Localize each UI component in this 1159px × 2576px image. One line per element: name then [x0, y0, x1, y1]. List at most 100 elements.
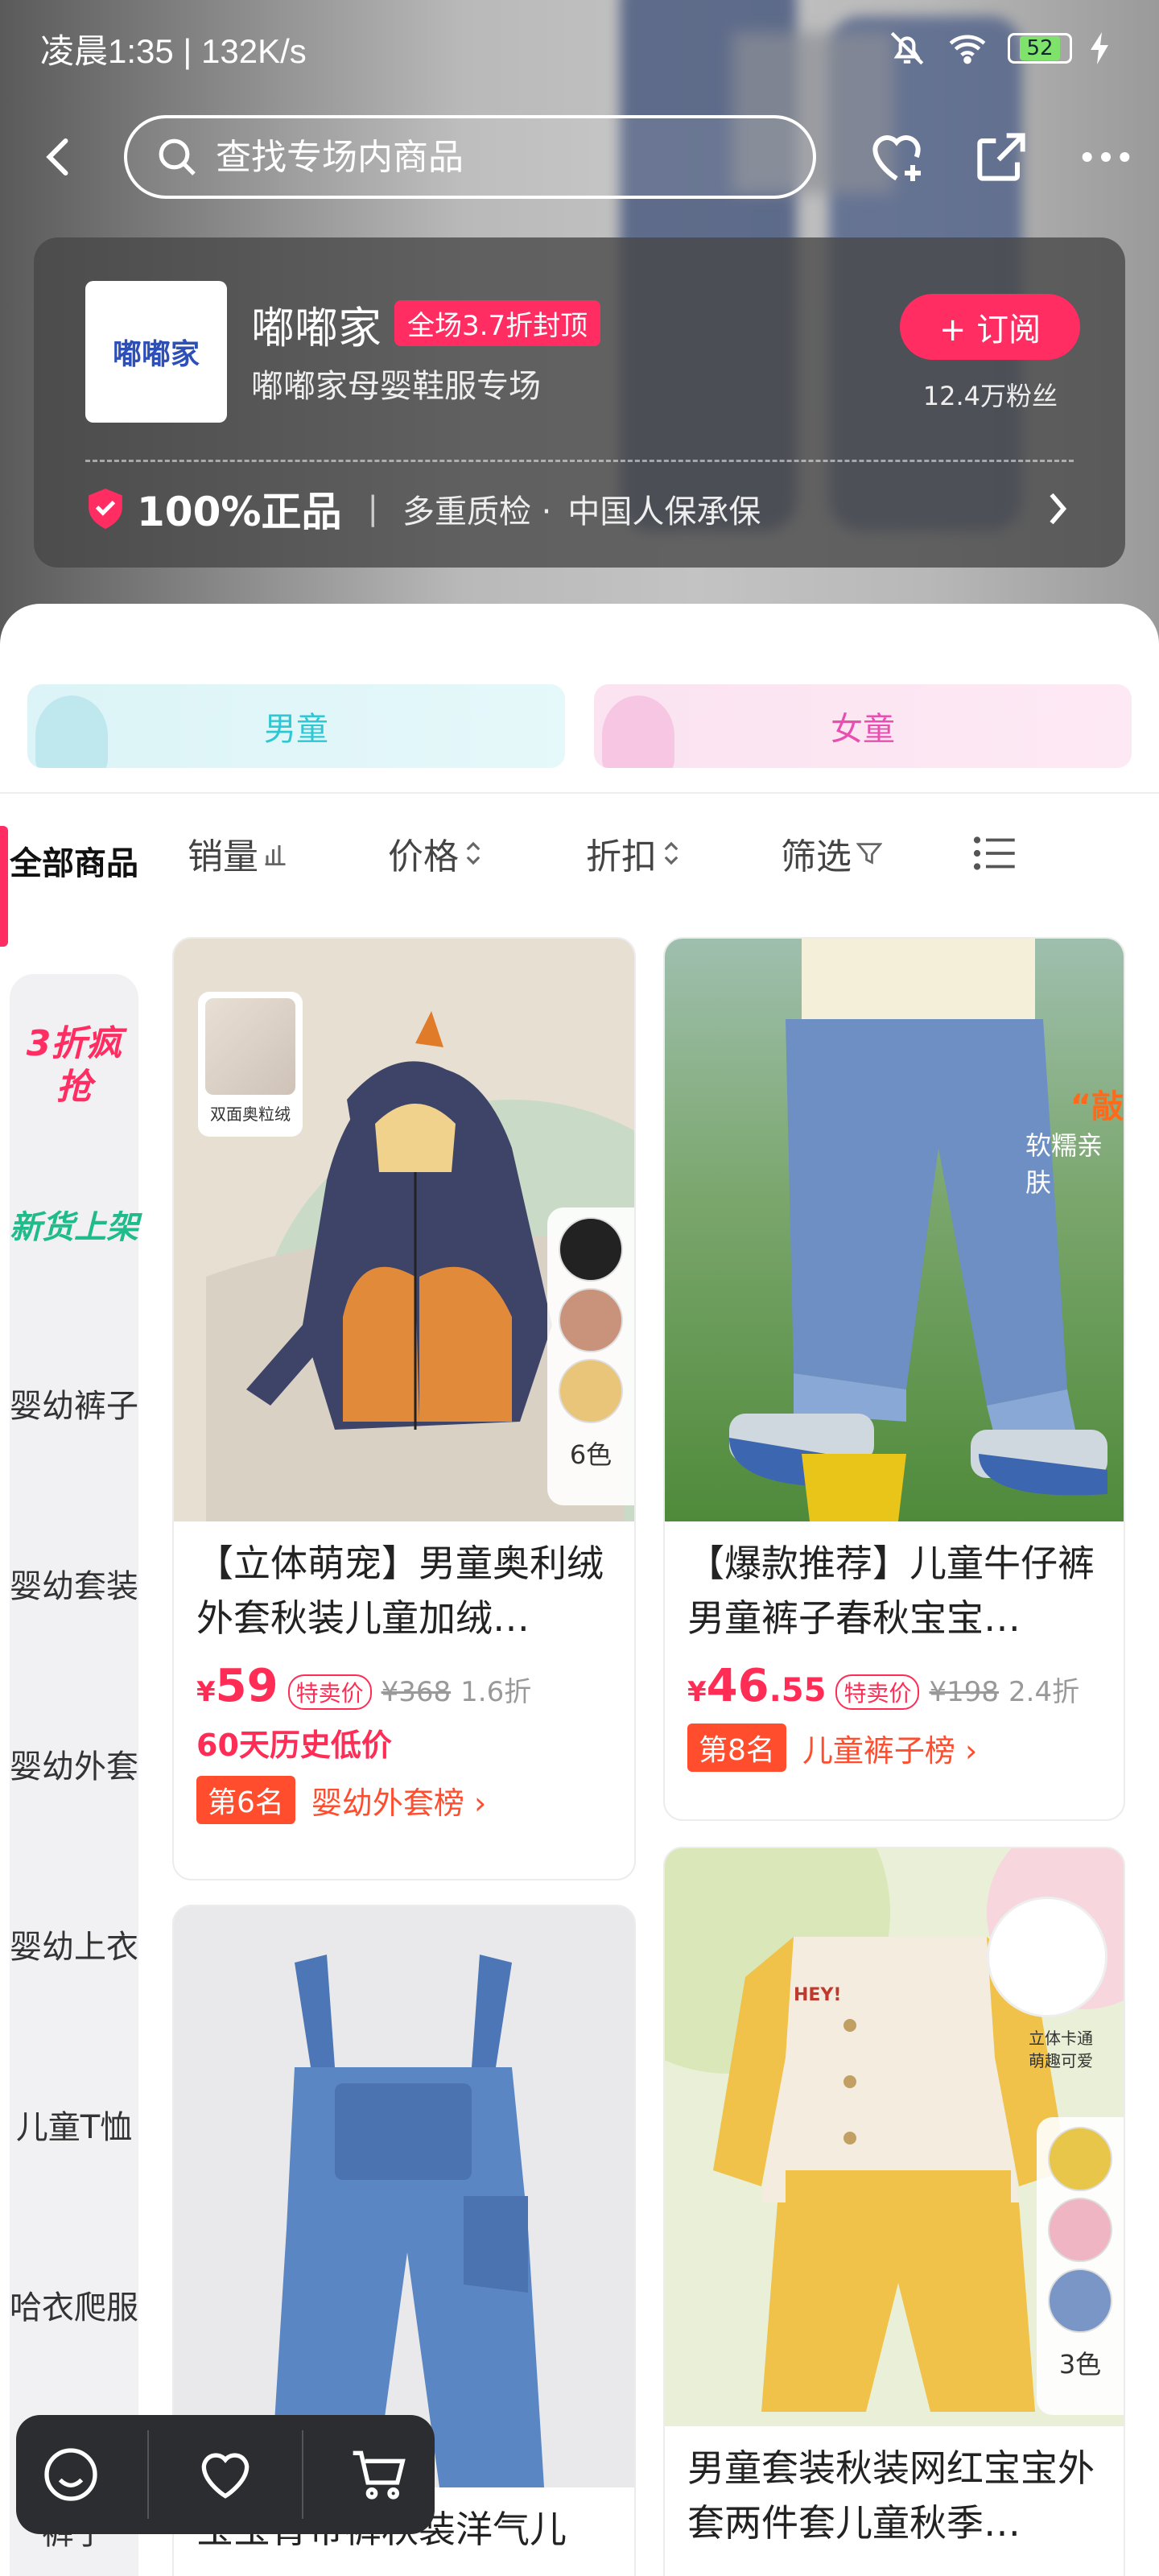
- sidebar-item-baby-sets[interactable]: 婴幼套装: [10, 1565, 138, 1608]
- brand-subtitle: 嘟嘟家母婴鞋服专场: [251, 368, 541, 405]
- back-arrow-icon[interactable]: [35, 133, 84, 181]
- sidebar-item-baby-pants[interactable]: 婴幼裤子: [10, 1385, 138, 1428]
- color-options[interactable]: 3色: [1037, 2117, 1124, 2415]
- filter-funnel-icon: [856, 843, 882, 865]
- wifi-icon: [949, 35, 986, 64]
- color-swatch[interactable]: [1048, 2198, 1112, 2262]
- color-swatch[interactable]: [1048, 2268, 1112, 2333]
- sort-bar: 销量 价格 折扣 筛选: [138, 821, 1159, 886]
- special-price-tag: 特卖价: [835, 1674, 920, 1710]
- share-icon[interactable]: [969, 125, 1033, 189]
- rank-list-link[interactable]: 婴幼外套榜 ›: [311, 1778, 486, 1823]
- list-view-button[interactable]: [930, 836, 1059, 871]
- sidebar-item-new-arrivals[interactable]: 新货上架: [10, 1206, 138, 1249]
- subscribe-button[interactable]: + 订阅: [900, 294, 1080, 360]
- heart-icon[interactable]: [193, 2442, 258, 2507]
- cart-icon[interactable]: [348, 2442, 412, 2507]
- fabric-label: 双面奥粒绒: [210, 1104, 291, 1124]
- color-swatch[interactable]: [559, 1288, 623, 1352]
- sidebar-item-all[interactable]: 全部商品: [10, 842, 138, 886]
- battery-level: 52: [1020, 36, 1060, 60]
- discount-rate: 2.4折: [1008, 1676, 1080, 1708]
- color-swatch[interactable]: [559, 1359, 623, 1423]
- sidebar-item-baby-outerwear[interactable]: 婴幼外套: [10, 1745, 138, 1789]
- original-price: ¥198: [929, 1676, 1000, 1708]
- guarantee-row[interactable]: 100%正品 | 多重质检 · 中国人保承保: [85, 481, 1074, 537]
- guarantee-separator: |: [367, 490, 378, 527]
- product-image: 双面奥粒绒 6色: [174, 939, 634, 1521]
- favorite-add-icon[interactable]: [864, 125, 929, 189]
- sort-price[interactable]: 价格: [336, 828, 534, 879]
- product-card[interactable]: “敲 软糯亲肤 【爆款推荐】儿童牛仔裤男童裤子春秋宝宝… ¥46.55 特卖价 …: [663, 937, 1125, 1821]
- fabric-swatch: [205, 998, 295, 1095]
- top-nav: [0, 113, 1159, 201]
- floating-action-bar: [16, 2415, 435, 2534]
- filter-label: 筛选: [781, 836, 852, 877]
- product-card[interactable]: 双面奥粒绒 6色 【立体萌宠】男童奥利绒外套秋装儿童加绒… ¥59 特卖价 ¥3…: [172, 937, 636, 1880]
- sidebar-active-indicator: [0, 826, 8, 947]
- status-bar: 凌晨1:35 | 132K/s 52: [40, 24, 1111, 72]
- sidebar-item-baby-tops[interactable]: 婴幼上衣: [10, 1926, 138, 1969]
- color-count: 6色: [569, 1439, 612, 1470]
- search-box[interactable]: [124, 115, 816, 199]
- smile-icon[interactable]: [39, 2442, 103, 2507]
- fabric-swatch-badge: 双面奥粒绒: [198, 992, 303, 1137]
- list-icon: [973, 836, 1015, 870]
- sidebar-item-kids-tshirt[interactable]: 儿童T恤: [10, 2106, 138, 2149]
- guarantee-authentic: 100%正品: [137, 489, 342, 535]
- jacket-print-text: HEY!: [794, 1985, 842, 2005]
- color-swatch[interactable]: [559, 1217, 623, 1282]
- jeans-illustration: [729, 939, 1107, 1521]
- section-divider: [0, 792, 1159, 794]
- sort-sales-label: 销量: [188, 836, 258, 877]
- gender-tabs: 男童 女童: [27, 684, 1132, 768]
- product-price: ¥59: [196, 1660, 278, 1712]
- sort-discount-label: 折扣: [586, 836, 657, 877]
- rank-list-link[interactable]: 儿童裤子榜 ›: [802, 1726, 977, 1770]
- boy-avatar-icon: [35, 696, 108, 768]
- sort-updown-icon: [664, 841, 678, 865]
- battery-icon: 52: [1008, 33, 1072, 64]
- color-swatch[interactable]: [1048, 2127, 1112, 2191]
- rank-row[interactable]: 第8名 儿童裤子榜 ›: [665, 1712, 1124, 1772]
- product-image: HEY! 立体卡通 萌趣可爱 3色: [665, 1848, 1124, 2426]
- sidebar-item-rompers[interactable]: 哈衣爬服: [10, 2286, 138, 2330]
- search-icon: [159, 138, 196, 175]
- rank-badge: 第6名: [196, 1776, 295, 1824]
- bar-chart-icon: [265, 845, 286, 865]
- product-price: ¥46.55: [687, 1660, 827, 1712]
- special-price-tag: 特卖价: [287, 1674, 372, 1710]
- product-image: “敲 软糯亲肤: [665, 939, 1124, 1521]
- sort-discount[interactable]: 折扣: [534, 828, 732, 879]
- tab-boys[interactable]: 男童: [27, 684, 565, 768]
- tab-boys-label: 男童: [264, 711, 328, 748]
- brand-name: 嘟嘟家: [251, 303, 382, 353]
- brand-card[interactable]: 嘟嘟家 嘟嘟家 全场3.7折封顶 嘟嘟家母婴鞋服专场 + 订阅 12.4万粉丝 …: [34, 237, 1125, 568]
- color-options[interactable]: 6色: [547, 1208, 634, 1505]
- shield-check-icon: [89, 489, 122, 529]
- mute-bell-icon: [890, 31, 924, 65]
- sidebar-item-30pct-off[interactable]: 3折疯抢: [10, 1022, 138, 1109]
- fans-count: 12.4万粉丝: [922, 381, 1058, 411]
- product-image: [174, 1906, 634, 2487]
- brand-discount-badge: 全场3.7折封顶: [394, 300, 601, 346]
- sort-sales[interactable]: 销量: [138, 828, 336, 879]
- color-count: 3色: [1058, 2349, 1102, 2380]
- discount-rate: 1.6折: [460, 1676, 532, 1708]
- original-price: ¥368: [381, 1676, 452, 1708]
- product-title: 男童套装秋装网红宝宝外套两件套儿童秋季…: [687, 2446, 1095, 2545]
- guarantee-item: 中国人保承保: [567, 493, 761, 530]
- brand-logo: 嘟嘟家: [85, 281, 227, 423]
- product-title: 【立体萌宠】男童奥利绒外套秋装儿童加绒…: [196, 1542, 604, 1640]
- chevron-right-icon: [1050, 493, 1067, 525]
- image-overlay-text: “敲: [1070, 1088, 1124, 1125]
- image-overlay-text: 软糯亲肤: [1025, 1130, 1103, 1198]
- filter-button[interactable]: 筛选: [732, 828, 930, 879]
- rank-row[interactable]: 第6名 婴幼外套榜 ›: [174, 1765, 634, 1824]
- cartoon-badge: [987, 1897, 1107, 2017]
- girl-avatar-icon: [602, 696, 674, 768]
- search-input[interactable]: [216, 136, 779, 178]
- more-icon[interactable]: [1074, 125, 1138, 189]
- product-card[interactable]: HEY! 立体卡通 萌趣可爱 3色 男童套装秋装网红宝宝外套两件套儿童秋季…: [663, 1847, 1125, 2576]
- tab-girls[interactable]: 女童: [594, 684, 1132, 768]
